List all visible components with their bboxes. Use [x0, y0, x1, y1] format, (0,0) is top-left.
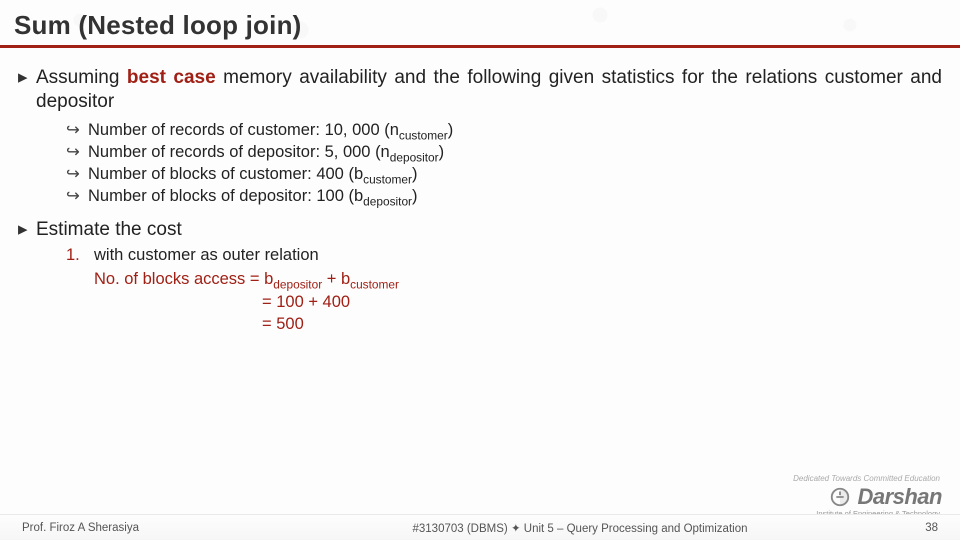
bullet-assumption: ▸ Assuming best case memory availability…: [18, 66, 942, 115]
sub-bullet-text: Number of records of depositor: 5, 000 (…: [88, 141, 444, 163]
slide-content: ▸ Assuming best case memory availability…: [0, 48, 960, 335]
sub-bullet-text: Number of blocks of depositor: 100 (bdep…: [88, 185, 418, 207]
sub-bullet-text: Number of records of customer: 10, 000 (…: [88, 119, 453, 141]
text-fragment: ): [439, 143, 445, 161]
text-fragment: + b: [322, 270, 350, 288]
sub-bullet-text: Number of blocks of customer: 400 (bcust…: [88, 163, 417, 185]
footer-professor: Prof. Firoz A Sherasiya: [22, 522, 302, 534]
calc-result: = 500: [262, 313, 399, 335]
logo-mark-icon: [829, 486, 851, 508]
sub-bullet: ↪ Number of records of depositor: 5, 000…: [66, 141, 942, 163]
ordered-list: 1. with customer as outer relation No. o…: [66, 244, 942, 335]
footer-course: #3130703 (DBMS) ✦ Unit 5 – Query Process…: [302, 521, 858, 535]
sub-bullet: ↪ Number of blocks of depositor: 100 (bd…: [66, 185, 942, 207]
bullet-text: Assuming best case memory availability a…: [36, 66, 942, 115]
text-fragment: #3130703 (DBMS): [412, 523, 510, 535]
text-fragment: ): [412, 187, 418, 205]
text-fragment: Number of blocks of customer: 400 (b: [88, 165, 363, 183]
subscript: depositor: [363, 195, 412, 209]
text-fragment: ): [412, 165, 418, 183]
logo-tagline: Dedicated Towards Committed Education: [793, 474, 940, 483]
logo-name: Darshan: [857, 484, 942, 510]
item-number: 1.: [66, 244, 94, 335]
subscript: customer: [363, 172, 412, 186]
arrow-icon: ↪: [66, 141, 88, 163]
subscript: customer: [399, 128, 448, 142]
calculation-block: with customer as outer relation No. of b…: [94, 244, 399, 335]
slide: Sum (Nested loop join) ▸ Assuming best c…: [0, 0, 960, 540]
arrow-icon: ↪: [66, 119, 88, 141]
sub-bullet: ↪ Number of blocks of customer: 400 (bcu…: [66, 163, 942, 185]
bullet-text: Estimate the cost: [36, 218, 942, 242]
text-fragment: ): [448, 121, 454, 139]
sub-bullet-list: ↪ Number of records of customer: 10, 000…: [66, 119, 942, 208]
institute-logo: Dedicated Towards Committed Education Da…: [829, 484, 942, 510]
ordered-item: 1. with customer as outer relation No. o…: [66, 244, 942, 335]
arrow-icon: ↪: [66, 163, 88, 185]
diamond-icon: ✦: [511, 523, 521, 535]
subscript: depositor: [390, 150, 439, 164]
footer-page-number: 38: [858, 522, 938, 534]
bullet-estimate: ▸ Estimate the cost: [18, 218, 942, 242]
subscript: depositor: [273, 278, 322, 292]
slide-title: Sum (Nested loop join): [0, 0, 960, 48]
text-fragment: Number of records of customer: 10, 000 (…: [88, 121, 399, 139]
accent-text: best case: [127, 67, 216, 88]
slide-footer: Prof. Firoz A Sherasiya #3130703 (DBMS) …: [0, 514, 960, 540]
text-fragment: No. of blocks access = b: [94, 270, 273, 288]
calc-step: = 100 + 400: [262, 291, 399, 313]
text-fragment: Unit 5 – Query Processing and Optimizati…: [521, 523, 748, 535]
calc-formula: No. of blocks access = bdepositor + bcus…: [94, 268, 399, 290]
subscript: customer: [350, 278, 399, 292]
sub-bullet: ↪ Number of records of customer: 10, 000…: [66, 119, 942, 141]
arrow-icon: ↪: [66, 185, 88, 207]
text-fragment: Assuming: [36, 67, 127, 88]
triangle-icon: ▸: [18, 66, 36, 115]
text-fragment: Number of blocks of depositor: 100 (b: [88, 187, 363, 205]
calc-description: with customer as outer relation: [94, 244, 399, 266]
text-fragment: Number of records of depositor: 5, 000 (…: [88, 143, 390, 161]
triangle-icon: ▸: [18, 218, 36, 242]
